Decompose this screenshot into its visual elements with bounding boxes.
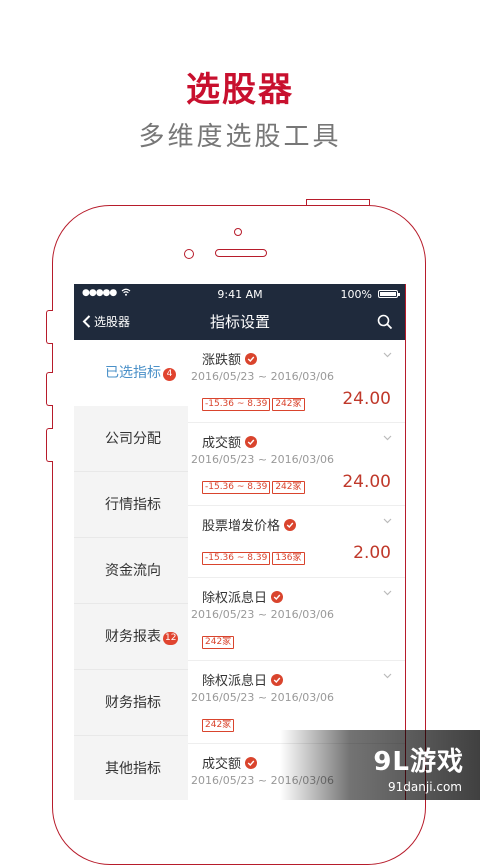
indicator-tags: -15.36 ~ 8.39 242家 <box>202 391 307 411</box>
category-item-financial-index[interactable]: 财务指标 <box>74 670 188 736</box>
indicator-name: 成交额 <box>202 753 258 772</box>
count-badge: 12 <box>163 632 179 645</box>
category-label: 其他指标 <box>105 761 161 777</box>
indicator-date-range: 2016/05/23 ~ 2016/03/06 <box>191 691 335 704</box>
indicator-card[interactable]: 股票增发价格 -15.36 ~ 8.39 136家 2.00 <box>188 506 406 578</box>
phone-sensor <box>234 228 242 236</box>
indicator-value: 24.00 <box>342 389 391 409</box>
nav-bar: 选股器 指标设置 <box>74 304 406 340</box>
chevron-down-icon[interactable] <box>383 588 392 597</box>
range-tag: -15.36 ~ 8.39 <box>202 398 271 411</box>
indicator-date-range: 2016/05/23 ~ 2016/03/06 <box>191 453 335 466</box>
range-tag: -15.36 ~ 8.39 <box>202 552 271 565</box>
check-icon <box>271 674 284 686</box>
indicator-name: 成交额 <box>202 432 258 451</box>
indicator-tags: -15.36 ~ 8.39 242家 <box>202 474 307 494</box>
indicator-name: 除权派息日 <box>202 670 284 689</box>
check-icon <box>245 353 258 365</box>
category-item-company[interactable]: 公司分配 <box>74 406 188 472</box>
indicator-tags: -15.36 ~ 8.39 136家 <box>202 545 307 565</box>
category-item-selected[interactable]: 已选指标 4 <box>74 340 188 406</box>
chevron-down-icon[interactable] <box>383 516 392 525</box>
range-tag: -15.36 ~ 8.39 <box>202 481 271 494</box>
category-label: 资金流向 <box>105 563 161 579</box>
count-tag: 136家 <box>272 552 305 565</box>
status-bar: ●●●●● 9:41 AM 100% <box>74 284 406 304</box>
battery-percent: 100% <box>340 288 372 301</box>
watermark-logo: 9L游戏 <box>373 747 464 777</box>
phone-volume-down-button <box>46 428 53 462</box>
category-label: 已选指标 <box>105 365 161 381</box>
phone-mute-switch <box>46 310 53 344</box>
screen-edge <box>405 284 406 800</box>
category-item-capital-flow[interactable]: 资金流向 <box>74 538 188 604</box>
indicator-value: 2.00 <box>353 543 391 563</box>
watermark-url: 91danji.com <box>388 780 462 794</box>
promo-title: 选股器 <box>186 70 294 110</box>
category-list: 已选指标 4 公司分配 行情指标 资金流向 财务报表 12 财务指标 其他指标 <box>74 340 188 800</box>
phone-speaker <box>215 249 267 257</box>
category-item-financial-report[interactable]: 财务报表 12 <box>74 604 188 670</box>
indicator-value: 24.00 <box>342 472 391 492</box>
category-item-other[interactable]: 其他指标 <box>74 736 188 800</box>
check-icon <box>284 519 297 531</box>
check-icon <box>245 757 258 769</box>
phone-power-button <box>306 199 370 205</box>
category-label: 行情指标 <box>105 497 161 513</box>
chevron-down-icon[interactable] <box>383 433 392 442</box>
category-label: 财务报表 <box>105 629 161 645</box>
indicator-tags: 242家 <box>202 712 236 732</box>
page-title: 指标设置 <box>209 313 270 331</box>
count-tag: 242家 <box>272 398 305 411</box>
search-icon[interactable] <box>376 313 394 331</box>
indicator-date-range: 2016/05/23 ~ 2016/03/06 <box>191 370 335 383</box>
promo-subtitle: 多维度选股工具 <box>138 122 342 152</box>
chevron-down-icon[interactable] <box>383 671 392 680</box>
check-icon <box>245 436 258 448</box>
indicator-name: 涨跌额 <box>202 349 258 368</box>
count-tag: 242家 <box>272 481 305 494</box>
indicator-name: 除权派息日 <box>202 587 284 606</box>
category-label: 公司分配 <box>105 431 161 447</box>
watermark: 9L游戏 91danji.com <box>280 730 480 800</box>
phone-screen: ●●●●● 9:41 AM 100% 选股器 指标设置 已选指标 4 公司分配 … <box>74 284 406 800</box>
check-icon <box>271 591 284 603</box>
count-tag: 242家 <box>202 719 235 732</box>
category-item-market[interactable]: 行情指标 <box>74 472 188 538</box>
indicator-name: 股票增发价格 <box>202 515 297 534</box>
chevron-down-icon[interactable] <box>383 350 392 359</box>
category-label: 财务指标 <box>105 695 161 711</box>
indicator-card[interactable]: 涨跌额 2016/05/23 ~ 2016/03/06 -15.36 ~ 8.3… <box>188 340 406 423</box>
phone-camera <box>184 249 194 259</box>
indicator-date-range: 2016/05/23 ~ 2016/03/06 <box>191 608 335 621</box>
phone-volume-up-button <box>46 372 53 406</box>
indicator-card[interactable]: 成交额 2016/05/23 ~ 2016/03/06 -15.36 ~ 8.3… <box>188 423 406 506</box>
indicator-card[interactable]: 除权派息日 2016/05/23 ~ 2016/03/06 242家 <box>188 578 406 661</box>
count-badge: 4 <box>163 368 176 381</box>
count-tag: 242家 <box>202 636 235 649</box>
battery-icon <box>378 290 400 298</box>
indicator-tags: 242家 <box>202 629 236 649</box>
